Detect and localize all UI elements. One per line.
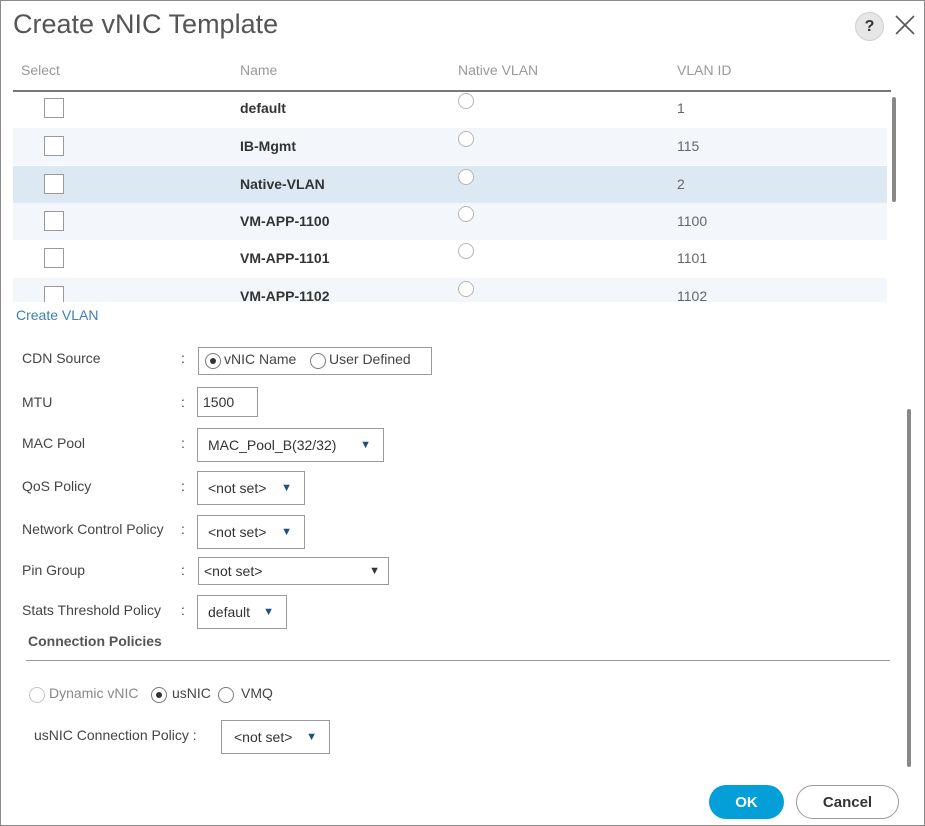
vmq-label[interactable]: VMQ: [241, 685, 273, 701]
chevron-down-icon: ▼: [263, 606, 274, 618]
ok-button[interactable]: OK: [709, 785, 784, 819]
mtu-input[interactable]: 1500: [197, 387, 258, 417]
column-header-native-vlan[interactable]: Native VLAN: [458, 62, 538, 78]
usnic-connection-policy-label: usNIC Connection Policy :: [34, 727, 197, 743]
cdn-user-defined-radio[interactable]: [310, 353, 326, 369]
close-button[interactable]: [892, 11, 918, 39]
column-header-vlan-id[interactable]: VLAN ID: [677, 62, 731, 78]
form-scrollbar[interactable]: [907, 409, 911, 767]
vlan-name: VM-APP-1102: [240, 288, 330, 302]
cdn-vnic-name-label[interactable]: vNIC Name: [224, 351, 296, 367]
table-header: Select Name Native VLAN VLAN ID: [13, 57, 891, 92]
vlan-id: 1: [677, 100, 685, 116]
row-checkbox[interactable]: [44, 211, 64, 231]
mac-pool-label: MAC Pool: [22, 435, 86, 451]
table-row[interactable]: default 1: [13, 90, 887, 127]
dialog-title: Create vNIC Template: [13, 9, 279, 39]
help-icon: ?: [864, 17, 875, 35]
close-icon: [895, 15, 915, 35]
table-scrollbar[interactable]: [892, 97, 896, 202]
table-row[interactable]: VM-APP-1102 1102: [13, 278, 887, 302]
colon: :: [181, 478, 185, 494]
chevron-down-icon: ▼: [281, 482, 292, 494]
table-row[interactable]: Native-VLAN 2: [13, 166, 887, 203]
vlan-id: 1101: [677, 250, 708, 266]
vlan-id: 115: [677, 138, 700, 154]
cancel-button[interactable]: Cancel: [796, 785, 899, 819]
stats-threshold-policy-label: Stats Threshold Policy: [22, 602, 162, 618]
create-vlan-link[interactable]: Create VLAN: [16, 307, 98, 323]
native-vlan-radio[interactable]: [458, 131, 474, 147]
column-header-select[interactable]: Select: [21, 62, 60, 78]
stats-threshold-policy-select[interactable]: default ▼: [197, 595, 287, 629]
mac-pool-value: MAC_Pool_B(32/32): [208, 437, 337, 453]
native-vlan-radio[interactable]: [458, 206, 474, 222]
mtu-label: MTU: [22, 394, 53, 410]
network-control-policy-select[interactable]: <not set> ▼: [197, 515, 305, 549]
vlan-name: Native-VLAN: [240, 176, 325, 192]
dynamic-vnic-radio[interactable]: [29, 687, 45, 703]
qos-policy-select[interactable]: <not set> ▼: [197, 471, 305, 505]
network-control-policy-value: <not set>: [208, 524, 267, 540]
usnic-connection-policy-select[interactable]: <not set> ▼: [221, 720, 330, 754]
vlan-id: 1102: [677, 288, 708, 302]
vlan-name: VM-APP-1100: [240, 213, 330, 229]
cdn-vnic-name-radio[interactable]: [205, 353, 221, 369]
table-row[interactable]: VM-APP-1101 1101: [13, 240, 887, 277]
pin-group-label: Pin Group: [22, 562, 86, 578]
vlan-id: 2: [677, 176, 685, 192]
native-vlan-radio[interactable]: [458, 169, 474, 185]
chevron-down-icon: ▼: [369, 565, 380, 577]
pin-group-value: <not set>: [204, 563, 263, 579]
section-divider: [26, 660, 890, 661]
chevron-down-icon: ▼: [281, 526, 292, 538]
vlan-name: IB-Mgmt: [240, 138, 296, 154]
row-checkbox[interactable]: [44, 174, 64, 194]
cdn-user-defined-label[interactable]: User Defined: [329, 351, 411, 367]
create-vnic-template-dialog: Create vNIC Template ? Select Name Nativ…: [0, 0, 925, 826]
native-vlan-radio[interactable]: [458, 243, 474, 259]
row-checkbox[interactable]: [44, 136, 64, 156]
usnic-label[interactable]: usNIC: [172, 685, 211, 701]
vlan-name: VM-APP-1101: [240, 250, 330, 266]
cdn-source-label: CDN Source: [22, 350, 101, 366]
vlan-table: Select Name Native VLAN VLAN ID default …: [13, 57, 903, 302]
vmq-radio[interactable]: [218, 687, 234, 703]
native-vlan-radio[interactable]: [458, 281, 474, 297]
colon: :: [181, 435, 185, 451]
colon: :: [181, 602, 185, 618]
column-header-name[interactable]: Name: [240, 62, 277, 78]
chevron-down-icon: ▼: [360, 439, 371, 451]
vlan-name: default: [240, 100, 286, 116]
pin-group-select[interactable]: <not set> ▼: [198, 557, 389, 585]
qos-policy-label: QoS Policy: [22, 478, 92, 494]
row-checkbox[interactable]: [44, 286, 64, 302]
colon: :: [181, 350, 185, 366]
usnic-radio[interactable]: [151, 687, 167, 703]
table-row[interactable]: VM-APP-1100 1100: [13, 203, 887, 240]
native-vlan-radio[interactable]: [458, 93, 474, 109]
connection-policies-heading: Connection Policies: [28, 633, 162, 649]
usnic-connection-policy-value: <not set>: [234, 729, 293, 745]
row-checkbox[interactable]: [44, 98, 64, 118]
chevron-down-icon: ▼: [306, 731, 317, 743]
colon: :: [181, 394, 185, 410]
table-row[interactable]: IB-Mgmt 115: [13, 128, 887, 165]
dynamic-vnic-label[interactable]: Dynamic vNIC: [49, 685, 138, 701]
network-control-policy-label: Network Control Policy: [22, 521, 164, 537]
stats-threshold-policy-value: default: [208, 604, 251, 620]
colon: :: [181, 521, 185, 537]
help-button[interactable]: ?: [855, 12, 884, 41]
cdn-source-radio-group: vNIC Name User Defined: [198, 347, 432, 375]
mac-pool-select[interactable]: MAC_Pool_B(32/32) ▼: [197, 428, 384, 462]
colon: :: [181, 562, 185, 578]
vlan-id: 1100: [677, 213, 708, 229]
qos-policy-value: <not set>: [208, 480, 267, 496]
row-checkbox[interactable]: [44, 248, 64, 268]
